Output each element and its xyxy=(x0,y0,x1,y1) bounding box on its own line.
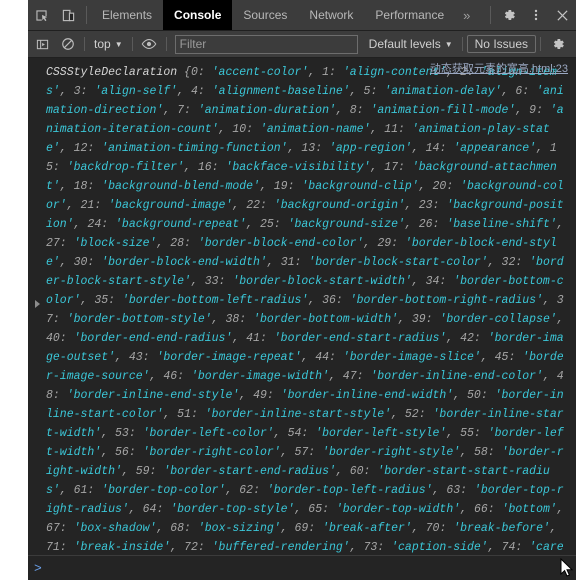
tab-sources-label: Sources xyxy=(243,8,288,22)
console-message-row[interactable]: 动态获取元素的宽高.html:23 CSSStyleDeclaration {0… xyxy=(28,58,576,555)
clear-console-icon[interactable] xyxy=(55,32,80,56)
console-toolbar: top ▼ Default levels ▼ No Issues xyxy=(28,31,576,58)
console-toolbar-divider-5 xyxy=(540,37,541,51)
execution-context-selector[interactable]: top ▼ xyxy=(89,36,128,52)
issues-button-label: No Issues xyxy=(474,37,528,51)
tabbar-divider-right xyxy=(490,6,491,24)
console-settings-gear-icon[interactable] xyxy=(545,32,570,56)
gear-icon[interactable] xyxy=(495,0,522,30)
execution-context-value: top xyxy=(94,37,111,51)
log-levels-selector[interactable]: Default levels ▼ xyxy=(364,36,458,52)
chevron-down-icon: ▼ xyxy=(114,40,123,49)
console-prompt-row[interactable]: > xyxy=(28,555,576,580)
page-content-behind-devtools xyxy=(0,0,28,580)
more-tabs-chevron-icon[interactable]: » xyxy=(455,0,478,30)
kebab-menu-icon[interactable] xyxy=(522,0,549,30)
console-toolbar-divider-4 xyxy=(461,37,463,51)
tabbar-divider xyxy=(86,6,87,24)
prompt-arrow-icon: > xyxy=(34,560,42,576)
device-toolbar-icon[interactable] xyxy=(55,0,82,30)
console-toolbar-divider-3 xyxy=(165,37,167,51)
tabbar-spacer xyxy=(478,0,486,30)
log-levels-value: Default levels xyxy=(368,37,441,51)
source-location-link[interactable]: 动态获取元素的宽高.html:23 xyxy=(430,60,568,76)
console-message-list: 动态获取元素的宽高.html:23 CSSStyleDeclaration {0… xyxy=(28,58,576,555)
tab-elements-label: Elements xyxy=(102,8,153,22)
console-filter-input[interactable] xyxy=(174,34,358,54)
tab-console[interactable]: Console xyxy=(163,0,233,30)
tab-console-label: Console xyxy=(174,8,222,22)
more-tabs-label: » xyxy=(463,7,471,23)
close-icon[interactable] xyxy=(549,0,576,30)
devtools-panel: Elements Console Sources Network Perform… xyxy=(28,0,576,580)
tab-sources[interactable]: Sources xyxy=(232,0,298,30)
chevron-down-icon: ▼ xyxy=(444,40,453,49)
console-sidebar-icon[interactable] xyxy=(30,32,55,56)
devtools-tabbar: Elements Console Sources Network Perform… xyxy=(28,0,576,31)
live-expression-eye-icon[interactable] xyxy=(137,32,162,56)
issues-button[interactable]: No Issues xyxy=(466,35,536,53)
cssstyledeclaration-object-preview: CSSStyleDeclaration {0: 'accent-color', … xyxy=(46,66,571,554)
inspect-element-icon[interactable] xyxy=(28,0,55,30)
console-toolbar-divider-1 xyxy=(84,37,85,51)
tab-network[interactable]: Network xyxy=(298,0,364,30)
console-toolbar-divider-2 xyxy=(131,37,133,51)
expand-object-triangle-icon[interactable] xyxy=(35,300,40,308)
tab-performance[interactable]: Performance xyxy=(364,0,455,30)
tab-network-label: Network xyxy=(309,8,354,22)
tab-elements[interactable]: Elements xyxy=(91,0,163,30)
tab-performance-label: Performance xyxy=(375,8,445,22)
